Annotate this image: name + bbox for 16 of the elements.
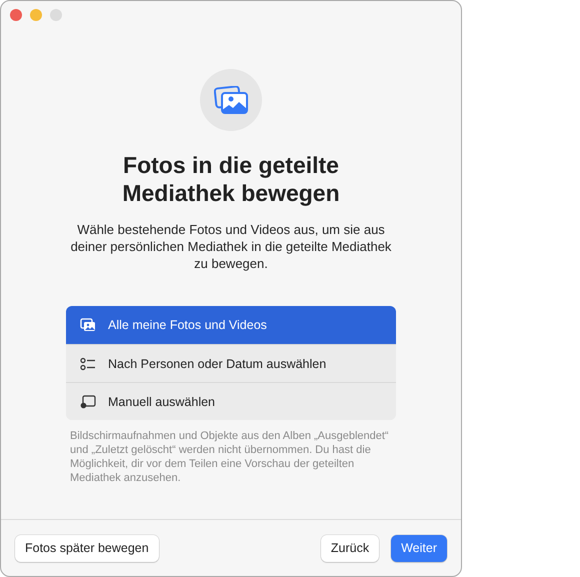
continue-button[interactable]: Weiter: [391, 534, 447, 562]
note-text: Bildschirmaufnahmen und Objekte aus den Alben „Ausgeblendet“ und „Zuletzt gelöscht“ werden nicht übernommen. Du hast die Möglichkeit, dir vor dem Teilen eine Vorschau der geteilten Mediathek anzusehen.: [70, 429, 390, 485]
option-item[interactable]: Alle meine Fotos und Videos: [66, 306, 396, 344]
option-label: Nach Personen oder Datum auswählen: [108, 356, 326, 370]
close-button[interactable]: [10, 9, 22, 21]
later-button[interactable]: Fotos später bewegen: [15, 534, 159, 562]
option-label: Manuell auswählen: [108, 394, 216, 408]
photos-icon: [80, 318, 96, 332]
description-text: Wähle bestehende Fotos und Videos aus, um sie aus deiner persönlichen Mediathek in die geteilte Mediathek zu bewegen.: [70, 221, 392, 272]
dialog-title: Fotos in die geteilte Mediathek bewegen: [121, 151, 341, 207]
photos-icon: [214, 86, 248, 114]
selection-icon: [80, 394, 96, 408]
back-button[interactable]: Zurück: [320, 534, 380, 562]
minimize-button[interactable]: [30, 9, 42, 21]
option-label: Alle meine Fotos und Videos: [108, 318, 267, 332]
list-icon: [80, 356, 96, 370]
